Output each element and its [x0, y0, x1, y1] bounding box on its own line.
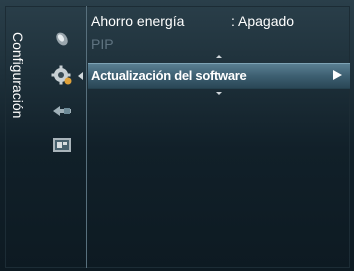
- menu-item-actualizacion-software[interactable]: Actualización del software: [88, 63, 350, 89]
- menu-item-value: : Apagado: [231, 13, 295, 29]
- menu-item-label: Actualización del software: [91, 68, 247, 83]
- osd-menu-panel: Configuración Ahorro energía: Apagado P…: [0, 0, 354, 271]
- menu-divider: [86, 6, 87, 268]
- scroll-up-icon[interactable]: [216, 55, 222, 58]
- category-title: Configuración: [10, 32, 26, 119]
- input-icon[interactable]: [51, 100, 73, 122]
- category-label: Configuración: [0, 0, 40, 271]
- chevron-right-icon: [333, 70, 342, 80]
- setup-icon[interactable]: [51, 64, 83, 86]
- picture-icon[interactable]: [51, 28, 73, 50]
- menu-item-ahorro-energia[interactable]: Ahorro energía : Apagado: [88, 10, 350, 32]
- menu-item-pip: PIP: [88, 33, 350, 55]
- scroll-down-icon[interactable]: [216, 92, 222, 95]
- settings-menu: Ahorro energía : Apagado PIP Actualizaci…: [88, 0, 350, 271]
- category-icon-list: [40, 0, 88, 271]
- menu-item-label: PIP: [91, 36, 114, 52]
- application-icon[interactable]: [51, 134, 73, 156]
- menu-item-label: Ahorro energía: [91, 13, 185, 29]
